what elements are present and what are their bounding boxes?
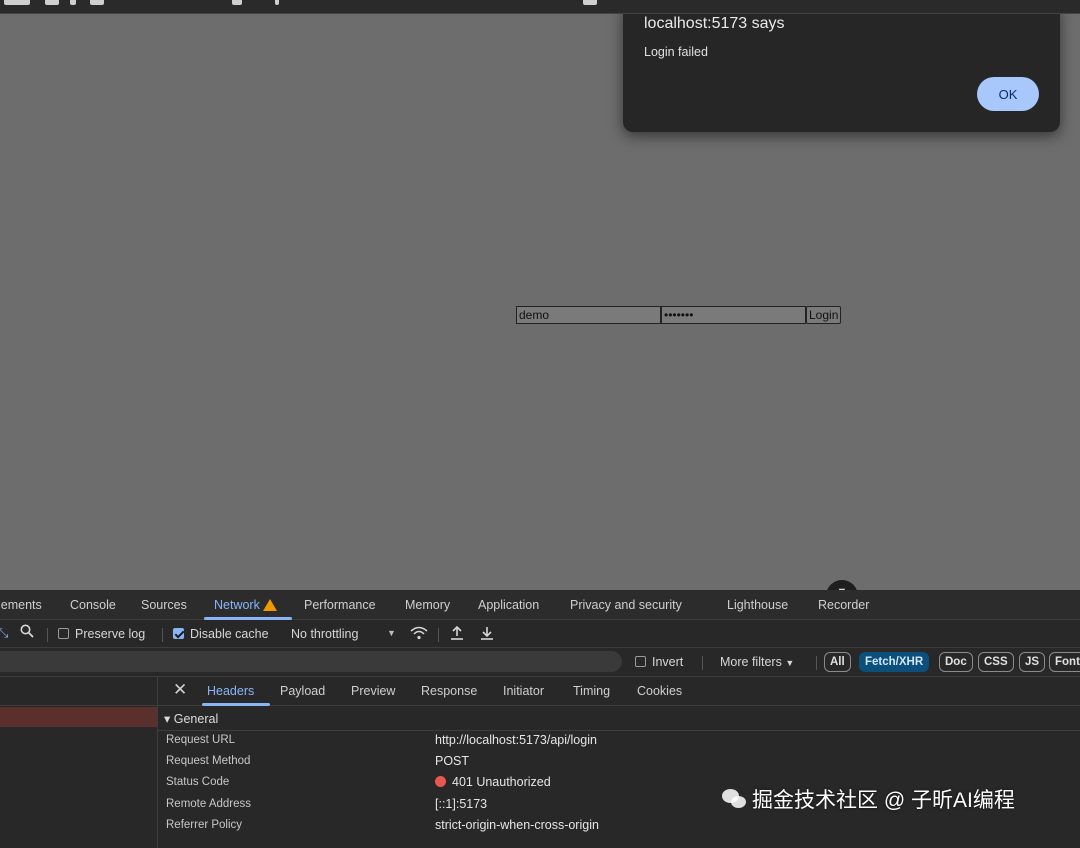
- extension-icon[interactable]: [275, 0, 279, 5]
- login-form: Login: [516, 306, 842, 324]
- login-button[interactable]: Login: [806, 306, 842, 324]
- tab-timing[interactable]: Timing: [573, 684, 610, 698]
- toolbar-divider: [438, 628, 439, 642]
- more-filters-label: More filters: [720, 655, 782, 669]
- preserve-log-label: Preserve log: [75, 627, 146, 641]
- site-icon[interactable]: [90, 0, 104, 5]
- referrer-policy-key: Referrer Policy: [166, 819, 243, 831]
- filter-chip-js[interactable]: JS: [1019, 652, 1046, 672]
- invert-label: Invert: [652, 655, 684, 669]
- toolbar-divider: [702, 656, 703, 670]
- back-icon[interactable]: [70, 0, 76, 5]
- request-list: [0, 677, 158, 848]
- request-url-key: Request URL: [166, 734, 236, 746]
- checkbox-icon: [58, 628, 69, 639]
- watermark: 掘金技术社区 @ 子昕AI编程: [722, 784, 1015, 814]
- tab-application[interactable]: Application: [478, 598, 539, 612]
- warning-icon: [262, 599, 277, 611]
- details-tabs: ✕ Headers Payload Preview Response Initi…: [158, 677, 1080, 706]
- remote-address-key: Remote Address: [166, 798, 252, 810]
- remote-address-value: [::1]:5173: [435, 797, 488, 811]
- request-details: ✕ Headers Payload Preview Response Initi…: [158, 677, 1080, 848]
- export-har-icon[interactable]: [480, 625, 494, 644]
- status-code-value: 401 Unauthorized: [435, 775, 551, 789]
- request-row-selected[interactable]: [0, 707, 157, 727]
- status-code-text: 401 Unauthorized: [452, 775, 551, 789]
- filter-chip-font[interactable]: Font: [1049, 652, 1080, 672]
- watermark-text: 掘金技术社区 @ 子昕AI编程: [752, 789, 1015, 812]
- alert-ok-button[interactable]: OK: [977, 77, 1039, 111]
- tab-recorder[interactable]: Recorder: [818, 598, 869, 612]
- alert-dialog: localhost:5173 says Login failed OK: [623, 14, 1060, 132]
- username-input[interactable]: [516, 306, 661, 324]
- toolbar-divider: [47, 628, 48, 642]
- sidebar-icon[interactable]: [45, 0, 59, 5]
- tab-elements[interactable]: lements: [0, 598, 42, 612]
- filter-chip-css[interactable]: CSS: [978, 652, 1014, 672]
- tab-sources[interactable]: Sources: [141, 598, 187, 612]
- tab-performance[interactable]: Performance: [304, 598, 376, 612]
- password-input[interactable]: [661, 306, 806, 324]
- network-toolbar: ⤡ Preserve log Disable cache No throttli…: [0, 620, 1080, 648]
- request-method-value: POST: [435, 754, 470, 768]
- browser-toolbar: [0, 0, 1080, 14]
- tab-lighthouse[interactable]: Lighthouse: [727, 598, 788, 612]
- filter-chip-all[interactable]: All: [824, 652, 851, 672]
- tab-preview[interactable]: Preview: [351, 684, 395, 698]
- filter-bar: Invert More filters ▼ All Fetch/XHR Doc …: [0, 648, 1080, 677]
- request-method-key: Request Method: [166, 755, 251, 767]
- filter-chip-fetch-xhr[interactable]: Fetch/XHR: [859, 652, 930, 672]
- general-label: ▾ General: [164, 712, 219, 726]
- checkbox-checked-icon: [173, 628, 184, 639]
- search-icon[interactable]: [20, 624, 34, 641]
- close-icon[interactable]: ✕: [173, 680, 187, 700]
- invert-checkbox[interactable]: Invert: [635, 655, 683, 669]
- throttling-label: No throttling: [291, 627, 359, 641]
- filter-input[interactable]: [0, 651, 622, 672]
- tab-initiator[interactable]: Initiator: [503, 684, 544, 698]
- toolbar-divider: [816, 656, 817, 670]
- tab-headers[interactable]: Headers: [207, 684, 254, 698]
- devtools-tabs: lements Console Sources Network Performa…: [0, 590, 1080, 620]
- wechat-icon: [722, 788, 748, 810]
- chevron-down-icon[interactable]: ▼: [826, 580, 858, 590]
- toolbar-divider: [162, 628, 163, 642]
- tab-network-label: Network: [214, 598, 260, 612]
- clear-filter-icon[interactable]: ⤡: [0, 625, 8, 641]
- disable-cache-checkbox[interactable]: Disable cache: [173, 627, 269, 641]
- tab-privacy-security[interactable]: Privacy and security: [570, 598, 682, 612]
- preserve-log-checkbox[interactable]: Preserve log: [58, 627, 145, 641]
- window-control-icon[interactable]: [4, 0, 30, 5]
- page-info-icon[interactable]: [232, 0, 242, 5]
- chevron-down-icon[interactable]: ▼: [387, 628, 396, 638]
- request-list-header: [0, 677, 157, 706]
- status-code-key: Status Code: [166, 776, 230, 788]
- disable-cache-label: Disable cache: [190, 627, 269, 641]
- alert-message: Login failed: [644, 45, 708, 59]
- network-conditions-icon[interactable]: [410, 626, 428, 643]
- throttling-select[interactable]: No throttling: [291, 627, 358, 641]
- tab-response[interactable]: Response: [421, 684, 477, 698]
- referrer-policy-value: strict-origin-when-cross-origin: [435, 818, 599, 832]
- tab-network[interactable]: Network: [214, 598, 277, 612]
- checkbox-icon: [635, 656, 646, 667]
- status-error-icon: [435, 776, 446, 787]
- tab-memory[interactable]: Memory: [405, 598, 450, 612]
- tab-cookies[interactable]: Cookies: [637, 684, 682, 698]
- share-icon[interactable]: [583, 0, 597, 5]
- tab-payload[interactable]: Payload: [280, 684, 325, 698]
- page-viewport: Login localhost:5173 says Login failed O…: [0, 14, 1080, 590]
- filter-chip-doc[interactable]: Doc: [939, 652, 973, 672]
- chevron-down-icon: ▼: [785, 658, 795, 668]
- alert-title: localhost:5173 says: [644, 15, 785, 32]
- tab-console[interactable]: Console: [70, 598, 116, 612]
- import-har-icon[interactable]: [450, 625, 464, 644]
- general-section-header[interactable]: ▾ General: [158, 706, 1080, 731]
- more-filters-dropdown[interactable]: More filters ▼: [720, 655, 794, 669]
- request-url-value: http://localhost:5173/api/login: [435, 733, 597, 747]
